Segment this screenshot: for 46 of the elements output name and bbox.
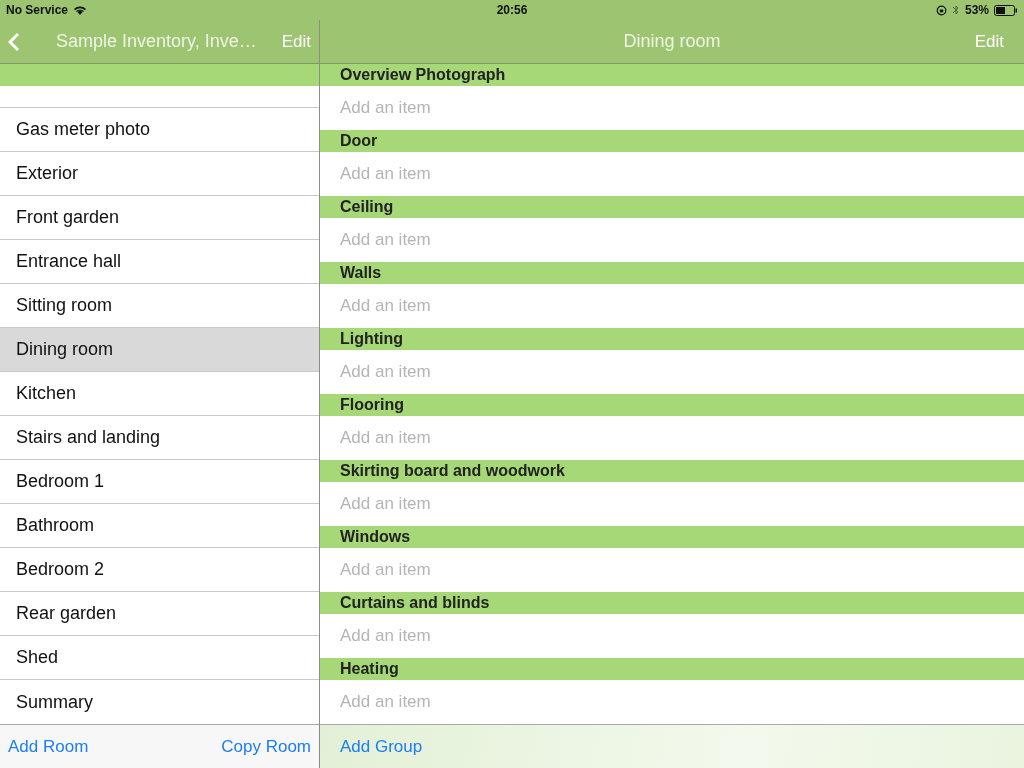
group-header: Overview Photograph <box>320 64 1024 86</box>
add-item-field[interactable]: Add an item <box>340 560 640 580</box>
group-header: Lighting <box>320 328 1024 350</box>
add-item-field[interactable]: Add an item <box>340 164 640 184</box>
chevron-left-icon <box>8 31 20 52</box>
toolbar-button[interactable]: Add Room <box>8 736 89 757</box>
room-row[interactable]: Bedroom 1 <box>0 460 319 504</box>
group-header: Door <box>320 130 1024 152</box>
wifi-icon <box>73 5 88 15</box>
group-header: Walls <box>320 262 1024 284</box>
add-item-field[interactable]: Add an item <box>340 692 640 712</box>
room-row[interactable]: Summary <box>0 680 319 724</box>
add-item-field[interactable]: Add an item <box>340 626 640 646</box>
add-item-field[interactable]: Add an item <box>340 428 640 448</box>
group-header: Skirting board and woodwork <box>320 460 1024 482</box>
back-button[interactable] <box>8 31 20 52</box>
add-item-field[interactable]: Add an item <box>340 98 640 118</box>
room-row[interactable]: Shed <box>0 636 319 680</box>
room-row[interactable]: Bedroom 2 <box>0 548 319 592</box>
toolbar-button[interactable]: Copy Room <box>221 736 311 757</box>
group-header: Ceiling <box>320 196 1024 218</box>
room-row[interactable]: Exterior <box>0 152 319 196</box>
room-row[interactable]: Dining room <box>0 328 319 372</box>
bluetooth-icon <box>951 4 960 16</box>
add-item-field[interactable]: Add an item <box>340 230 640 250</box>
group-header: Windows <box>320 526 1024 548</box>
carrier-label: No Service <box>6 3 69 17</box>
nav-title: Sample Inventory, Inve… <box>56 31 258 52</box>
group-header: Curtains and blinds <box>320 592 1024 614</box>
group-header: Heating <box>320 658 1024 680</box>
nav-title: Dining room <box>623 31 721 52</box>
room-row[interactable]: Rear garden <box>0 592 319 636</box>
add-item-field[interactable]: Add an item <box>340 494 640 514</box>
battery-icon <box>994 4 1018 16</box>
room-row[interactable]: Kitchen <box>0 372 319 416</box>
room-row[interactable]: Stairs and landing <box>0 416 319 460</box>
add-item-field[interactable]: Add an item <box>340 296 640 316</box>
battery-percentage: 53% <box>964 3 989 17</box>
add-item-field[interactable]: Add an item <box>340 362 640 382</box>
room-row[interactable]: Entrance hall <box>0 240 319 284</box>
room-row[interactable]: Gas meter photo <box>0 108 319 152</box>
rotation-lock-icon <box>935 4 947 16</box>
clock: 20:56 <box>496 3 528 17</box>
group-header: Flooring <box>320 394 1024 416</box>
room-row[interactable]: Bathroom <box>0 504 319 548</box>
room-row[interactable]: Front garden <box>0 196 319 240</box>
